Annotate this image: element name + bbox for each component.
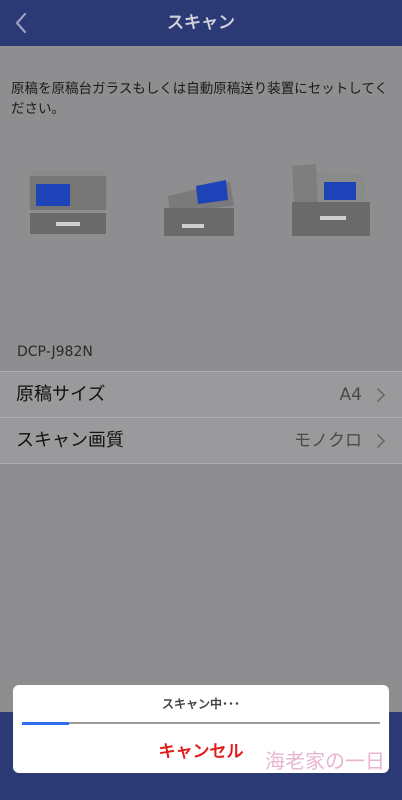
settings-list: 原稿サイズ A4 スキャン画質 モノクロ [0,371,402,464]
setting-row-document-size[interactable]: 原稿サイズ A4 [0,372,402,418]
setting-label: 原稿サイズ [16,384,106,405]
chevron-right-icon [377,434,385,448]
chevron-right-icon [377,388,385,402]
flatbed-scanner-illustration [30,170,106,234]
adf-scanner-illustration [292,164,370,236]
watermark: 海老家の一日 [265,749,385,773]
instruction-text: 原稿を原稿台ガラスもしくは自動原稿送り装置にセットしてください。 [11,81,388,117]
setting-row-scan-quality[interactable]: スキャン画質 モノクロ [0,418,402,464]
flatbed-closed-illustration [164,180,234,236]
scan-progress-bar [22,721,380,725]
scan-progress-fill [22,721,69,725]
device-name: DCP-J982N [17,344,93,360]
page-title: スキャン [167,13,235,33]
scanning-message: スキャン中･･･ [161,697,240,711]
setting-label: スキャン画質 [16,430,124,451]
setting-value: モノクロ [294,431,362,451]
nav-bar: スキャン [0,0,402,46]
setting-value: A4 [339,385,362,405]
